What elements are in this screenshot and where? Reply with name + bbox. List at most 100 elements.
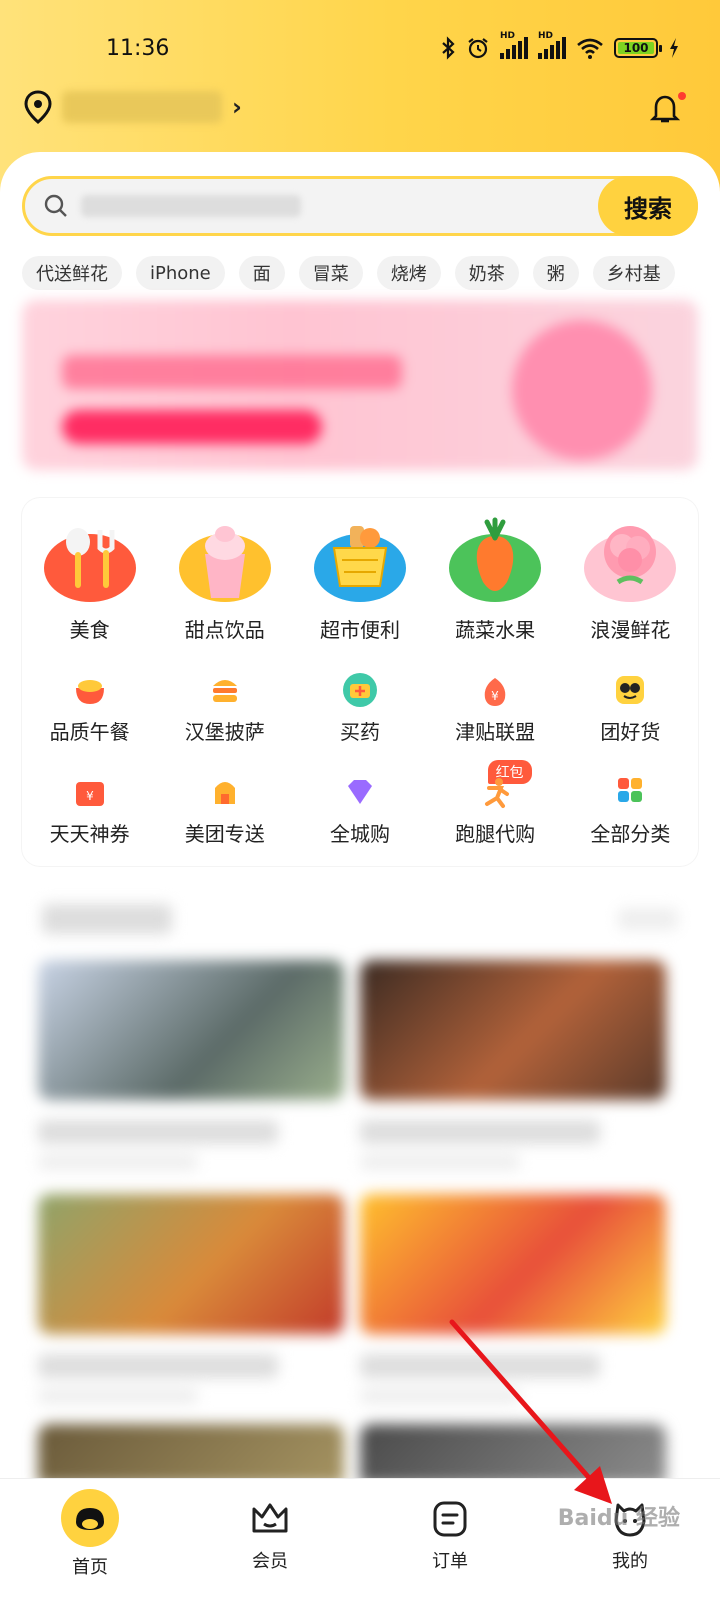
hot-search-chip[interactable]: 代送鲜花 — [22, 256, 122, 290]
category-label: 蔬菜水果 — [455, 618, 536, 642]
hot-search-chip[interactable]: 乡村基 — [592, 256, 675, 290]
hot-search-chip[interactable]: 粥 — [532, 256, 579, 290]
hot-search-chip[interactable]: 烧烤 — [376, 256, 441, 290]
battery-level: 100 — [623, 41, 649, 55]
signal-icon-1: HD — [500, 31, 528, 59]
category-label: 全城购 — [329, 822, 390, 846]
signal-icon-2: HD — [538, 31, 566, 59]
category-label: 美团专送 — [184, 822, 265, 846]
hot-search-chip[interactable]: 奶茶 — [454, 256, 519, 290]
wifi-icon — [577, 38, 603, 59]
member-icon — [252, 1503, 288, 1533]
burger-icon — [212, 680, 237, 702]
category-label: 汉堡披萨 — [184, 720, 265, 744]
search-placeholder-blurred — [81, 195, 301, 217]
category-label: 超市便利 — [319, 618, 400, 642]
category-allowance[interactable]: ¥ 津贴联盟 — [428, 672, 563, 745]
errand-icon — [485, 778, 510, 808]
hd-label-2: HD — [538, 31, 554, 41]
category-row-secondary: 品质午餐 汉堡披萨 买药 ¥ 津贴联盟 团好货 — [22, 672, 698, 745]
category-label: 团好货 — [600, 720, 661, 744]
feed-item[interactable] — [38, 1424, 344, 1484]
category-row-primary: 美食 甜点饮品 超市便利 蔬菜水果 浪漫鲜花 — [22, 516, 698, 643]
charging-icon — [670, 38, 678, 58]
home-icon — [61, 1489, 119, 1547]
status-bar: 11:36 HD HD 100 — [0, 0, 720, 100]
category-label: 美食 — [69, 618, 110, 642]
category-all[interactable]: 全部分类 — [563, 774, 698, 847]
notification-bell-icon[interactable] — [650, 92, 680, 126]
allowance-icon: ¥ — [484, 678, 506, 706]
hot-search-chips: 代送鲜花 iPhone 面 冒菜 烧烤 奶茶 粥 乡村基 — [22, 256, 675, 290]
category-label: 跑腿代购 — [455, 822, 536, 846]
order-icon — [433, 1501, 467, 1537]
location-pin-icon — [24, 90, 52, 124]
category-lunch[interactable]: 品质午餐 — [22, 672, 157, 745]
coupon-icon: ¥ — [75, 782, 104, 806]
dessert-icon — [178, 526, 271, 602]
notification-dot — [678, 92, 686, 100]
location-address-blurred — [62, 91, 222, 123]
svg-text:¥: ¥ — [491, 689, 499, 703]
category-label: 品质午餐 — [49, 720, 130, 744]
category-label: 浪漫鲜花 — [590, 618, 671, 642]
category-citywide[interactable]: 全城购 — [292, 774, 427, 847]
category-errand[interactable]: 红包 跑腿代购 — [428, 760, 563, 847]
tab-profile[interactable]: 我的 — [540, 1479, 720, 1600]
category-delivery[interactable]: 美团专送 — [157, 774, 292, 847]
vegetable-icon — [449, 517, 542, 602]
chevron-right-icon: › — [232, 93, 242, 121]
feed-item[interactable] — [360, 1194, 666, 1404]
tab-label: 订单 — [432, 1551, 468, 1572]
lunch-icon — [75, 680, 104, 704]
promo-banner[interactable] — [22, 300, 698, 470]
category-vegetable[interactable]: 蔬菜水果 — [428, 516, 563, 643]
delivery-icon — [214, 782, 235, 804]
search-button[interactable]: 搜索 — [598, 176, 698, 236]
location-selector[interactable]: › — [24, 90, 242, 124]
tab-member[interactable]: 会员 — [180, 1479, 360, 1600]
bottom-tab-bar: 首页 会员 订单 我的 — [0, 1478, 720, 1600]
category-burger[interactable]: 汉堡披萨 — [157, 672, 292, 745]
category-coupon[interactable]: ¥ 天天神券 — [22, 774, 157, 847]
watermark: Baidu 经验 — [557, 1506, 680, 1531]
medicine-icon — [342, 673, 377, 707]
food-icon — [43, 528, 136, 602]
category-label: 全部分类 — [590, 822, 671, 846]
category-group-goods[interactable]: 团好货 — [563, 672, 698, 745]
status-icons: HD HD 100 — [440, 31, 680, 60]
hot-search-chip[interactable]: iPhone — [136, 256, 225, 290]
search-bar[interactable]: 搜索 — [22, 176, 698, 236]
supermarket-icon — [313, 526, 406, 602]
tab-label: 首页 — [72, 1557, 108, 1578]
category-row-tertiary: ¥ 天天神券 美团专送 全城购 红包 跑腿代购 全部分类 — [22, 760, 698, 847]
category-medicine[interactable]: 买药 — [292, 672, 427, 745]
category-flower[interactable]: 浪漫鲜花 — [563, 516, 698, 643]
category-dessert[interactable]: 甜点饮品 — [157, 516, 292, 643]
alarm-icon — [468, 38, 488, 59]
svg-text:¥: ¥ — [86, 789, 94, 803]
tab-home[interactable]: 首页 — [0, 1479, 180, 1600]
feed-item[interactable] — [360, 960, 666, 1170]
bluetooth-icon — [442, 36, 455, 60]
category-food[interactable]: 美食 — [22, 516, 157, 643]
feed-item[interactable] — [38, 960, 344, 1170]
search-icon — [44, 194, 67, 217]
battery-icon: 100 — [614, 38, 662, 58]
flower-icon — [584, 526, 677, 602]
citywide-icon — [347, 780, 372, 804]
all-categories-icon — [618, 778, 643, 802]
tab-label: 会员 — [252, 1551, 288, 1572]
category-label: 甜点饮品 — [184, 618, 265, 642]
hd-label-1: HD — [500, 31, 516, 41]
tab-orders[interactable]: 订单 — [360, 1479, 540, 1600]
category-supermarket[interactable]: 超市便利 — [292, 516, 427, 643]
status-time: 11:36 — [106, 36, 170, 61]
hot-search-chip[interactable]: 冒菜 — [298, 256, 363, 290]
hot-search-chip[interactable]: 面 — [238, 256, 285, 290]
feed-item[interactable] — [360, 1424, 666, 1484]
category-grid: 美食 甜点饮品 超市便利 蔬菜水果 浪漫鲜花 品质午餐 汉堡披萨 买药 ¥ 津贴… — [22, 498, 698, 866]
feed-item[interactable] — [38, 1194, 344, 1404]
category-label: 买药 — [339, 720, 380, 744]
tab-label: 我的 — [612, 1551, 648, 1572]
